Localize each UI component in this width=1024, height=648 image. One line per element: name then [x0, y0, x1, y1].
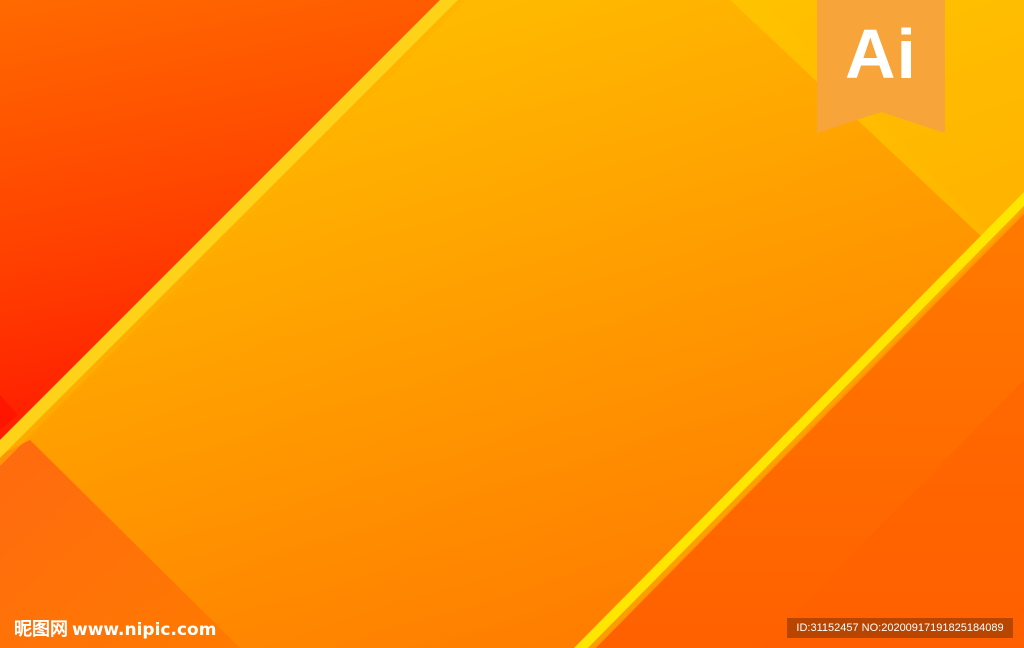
site-name-cn: 昵图网 [14, 619, 68, 640]
image-id-label: ID:31152457 NO:20200917191825184089 [787, 618, 1013, 638]
site-url: www.nipic.com [72, 620, 217, 640]
background-canvas: Ai 昵图网 www.nipic.com ID:31152457 NO:20200… [0, 0, 1024, 648]
site-watermark: 昵图网 www.nipic.com [14, 618, 216, 642]
ai-badge-label: Ai [845, 15, 917, 93]
ai-format-badge: Ai [817, 0, 945, 133]
